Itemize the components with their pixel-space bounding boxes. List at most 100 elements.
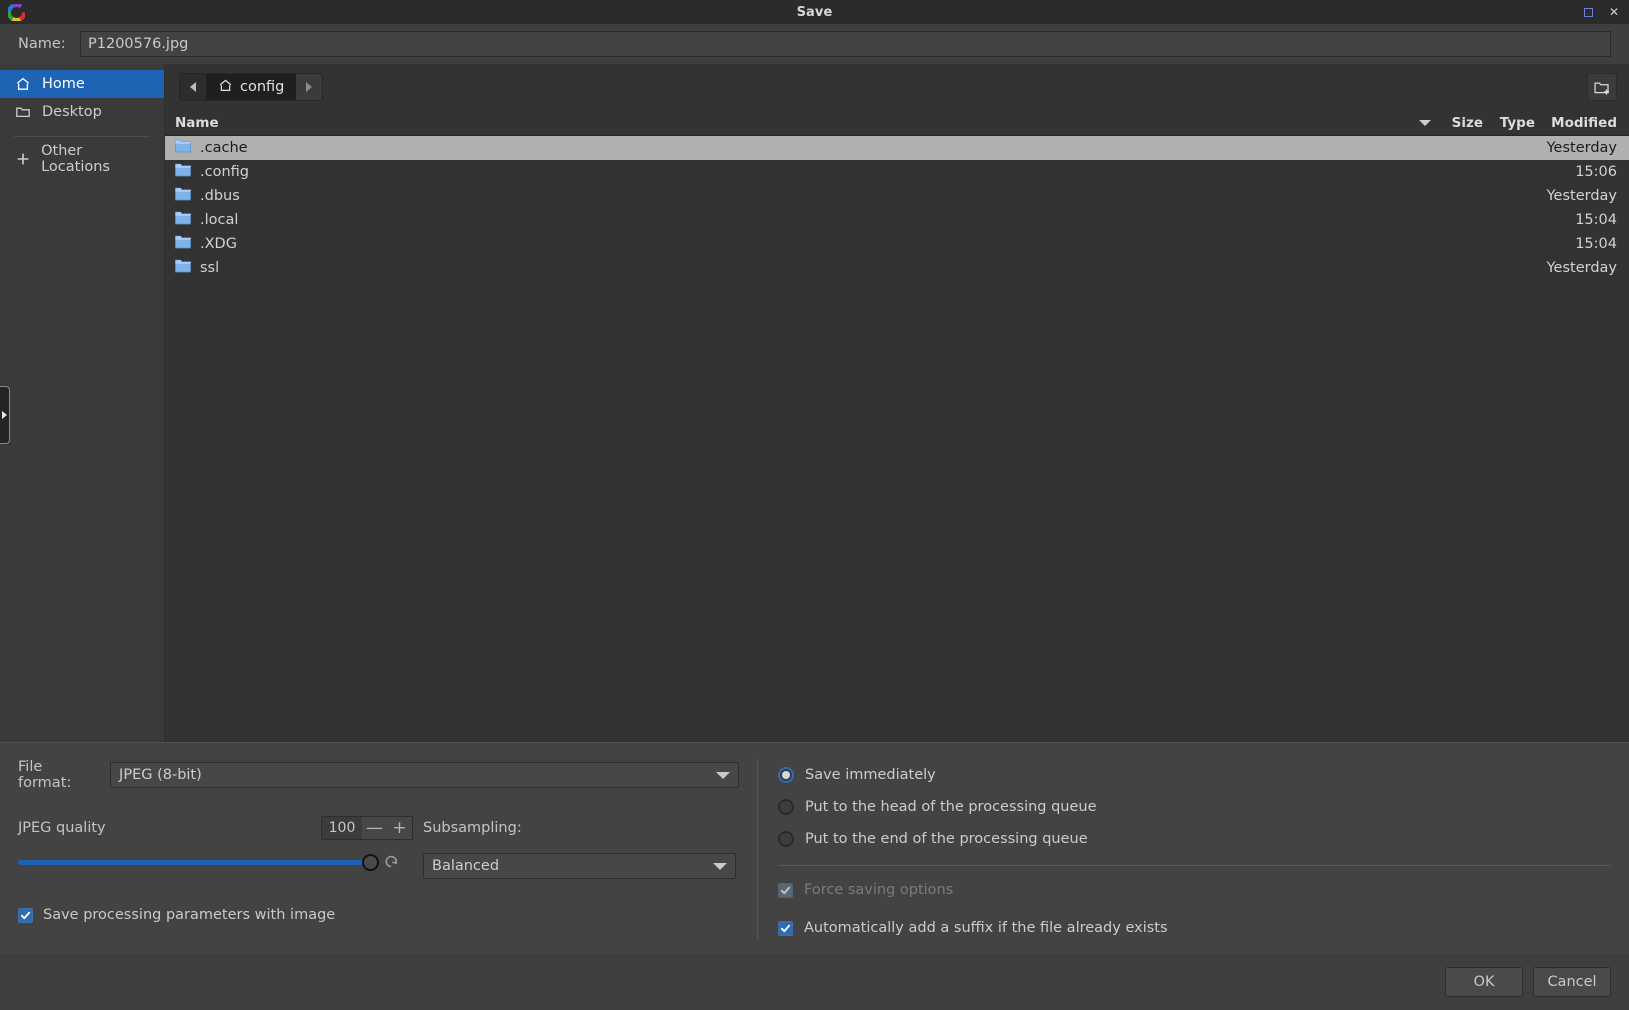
- maximize-icon[interactable]: [1581, 5, 1595, 19]
- chevron-right-icon[interactable]: [296, 74, 323, 100]
- file-name: .local: [200, 212, 239, 228]
- sidebar-item-desktop[interactable]: Desktop: [0, 98, 164, 126]
- file-format-value: JPEG (8-bit): [119, 767, 202, 783]
- titlebar: Save ✕: [0, 0, 1629, 24]
- subsampling-select[interactable]: Balanced: [423, 853, 736, 879]
- table-row[interactable]: .cache Yesterday: [165, 136, 1629, 160]
- file-name: .config: [200, 164, 249, 180]
- file-modified-cell: 15:04: [1575, 212, 1617, 228]
- radio-save-immediately[interactable]: Save immediately: [778, 759, 1611, 791]
- plus-icon[interactable]: +: [387, 817, 412, 839]
- column-header-type[interactable]: Type: [1487, 115, 1539, 131]
- column-header-modified[interactable]: Modified: [1539, 115, 1629, 131]
- cancel-button[interactable]: Cancel: [1533, 967, 1611, 997]
- file-name-cell: .config: [165, 163, 1439, 181]
- file-format-row: File format: JPEG (8-bit): [18, 759, 739, 791]
- file-name-cell: .XDG: [165, 235, 1439, 253]
- jpeg-quality-label: JPEG quality: [18, 820, 106, 836]
- queue-divider: [778, 865, 1611, 866]
- close-icon[interactable]: ✕: [1607, 5, 1621, 19]
- table-row[interactable]: .dbus Yesterday: [165, 184, 1629, 208]
- filename-row: Name:: [0, 24, 1629, 64]
- new-folder-icon[interactable]: [1587, 73, 1617, 101]
- column-headers: Name Size Type Modified: [165, 110, 1629, 136]
- home-icon: [218, 78, 233, 97]
- chevron-down-icon: [713, 862, 727, 870]
- reset-arrow-icon[interactable]: [382, 853, 400, 871]
- folder-icon: [175, 211, 191, 229]
- table-row[interactable]: .XDG 15:04: [165, 232, 1629, 256]
- breadcrumb: config: [179, 73, 324, 101]
- column-label-name: Name: [175, 114, 219, 131]
- file-modified-cell: Yesterday: [1546, 260, 1617, 276]
- save-params-checkbox[interactable]: Save processing parameters with image: [18, 907, 739, 923]
- minus-icon[interactable]: —: [362, 817, 387, 839]
- quality-slider[interactable]: [18, 853, 379, 871]
- save-options-panel: File format: JPEG (8-bit) JPEG quality 1…: [0, 742, 1629, 954]
- radio-label: Put to the end of the processing queue: [805, 831, 1088, 847]
- sidebar-item-home[interactable]: Home: [0, 70, 164, 98]
- ok-button[interactable]: OK: [1445, 967, 1523, 997]
- table-row[interactable]: .local 15:04: [165, 208, 1629, 232]
- pathbar-row: config: [165, 64, 1629, 110]
- sidebar-divider: [14, 136, 150, 137]
- home-icon: [14, 75, 32, 93]
- checkbox-icon: [778, 920, 793, 936]
- breadcrumb-item-config[interactable]: config: [206, 74, 297, 100]
- folder-icon: [14, 103, 32, 121]
- radio-icon: [778, 799, 794, 815]
- slider-handle[interactable]: [362, 853, 379, 871]
- quality-stepper[interactable]: 100 — +: [321, 816, 413, 840]
- file-format-label: File format:: [18, 759, 72, 791]
- dialog-footer: OK Cancel: [0, 954, 1629, 1010]
- file-list[interactable]: .cache Yesterday .config 15:06 .dbus Yesterda…: [165, 136, 1629, 742]
- save-dialog: Save ✕ Name: Home: [0, 0, 1629, 1010]
- folder-icon: [175, 259, 191, 277]
- file-modified-cell: Yesterday: [1546, 140, 1617, 156]
- panel-expand-icon[interactable]: [0, 386, 10, 444]
- radio-icon: [778, 767, 794, 783]
- chevron-left-icon[interactable]: [180, 74, 206, 100]
- sidebar-item-other-locations[interactable]: Other Locations: [0, 143, 164, 175]
- radio-queue-end[interactable]: Put to the end of the processing queue: [778, 823, 1611, 855]
- force-saving-label: Force saving options: [804, 882, 954, 898]
- file-format-select[interactable]: JPEG (8-bit): [110, 762, 739, 788]
- checkbox-icon: [778, 882, 793, 898]
- table-row[interactable]: .config 15:06: [165, 160, 1629, 184]
- table-row[interactable]: ssl Yesterday: [165, 256, 1629, 280]
- column-header-name[interactable]: Name: [165, 115, 1439, 131]
- file-name: .cache: [200, 140, 248, 156]
- checkbox-auto-suffix[interactable]: Automatically add a suffix if the file a…: [778, 912, 1611, 944]
- file-name-cell: .local: [165, 211, 1439, 229]
- radio-queue-head[interactable]: Put to the head of the processing queue: [778, 791, 1611, 823]
- folder-icon: [175, 187, 191, 205]
- file-name: .dbus: [200, 188, 240, 204]
- quality-value: 100: [322, 817, 362, 839]
- sidebar-item-label: Other Locations: [41, 143, 110, 175]
- radio-label: Put to the head of the processing queue: [805, 799, 1097, 815]
- file-name-cell: ssl: [165, 259, 1439, 277]
- filename-input[interactable]: [80, 31, 1611, 57]
- filename-label: Name:: [18, 36, 66, 52]
- file-name-cell: .dbus: [165, 187, 1439, 205]
- subsampling-column: Subsampling: Balanced: [413, 815, 739, 879]
- sidebar-item-label: Desktop: [42, 104, 102, 120]
- slider-track: [18, 859, 370, 865]
- checkbox-force-saving-options: Force saving options: [778, 874, 1611, 906]
- quality-block: JPEG quality 100 — + Subsampling: Balanc…: [18, 815, 739, 879]
- sort-descending-icon: [1419, 119, 1431, 126]
- format-options: File format: JPEG (8-bit) JPEG quality 1…: [0, 743, 757, 954]
- chevron-down-icon: [716, 771, 730, 779]
- column-header-size[interactable]: Size: [1439, 115, 1487, 131]
- file-modified-cell: 15:06: [1575, 164, 1617, 180]
- breadcrumb-label: config: [240, 79, 285, 95]
- quality-top-row: JPEG quality 100 — +: [18, 815, 413, 841]
- color-wheel-logo: [7, 3, 26, 22]
- save-params-label: Save processing parameters with image: [43, 907, 336, 923]
- auto-suffix-label: Automatically add a suffix if the file a…: [804, 920, 1168, 936]
- radio-label: Save immediately: [805, 767, 936, 783]
- places-sidebar: Home Desktop Other Locations: [0, 64, 165, 742]
- sidebar-item-label: Home: [42, 76, 85, 92]
- checkbox-icon: [18, 907, 33, 923]
- browser-area: Home Desktop Other Locations config Name…: [0, 64, 1629, 742]
